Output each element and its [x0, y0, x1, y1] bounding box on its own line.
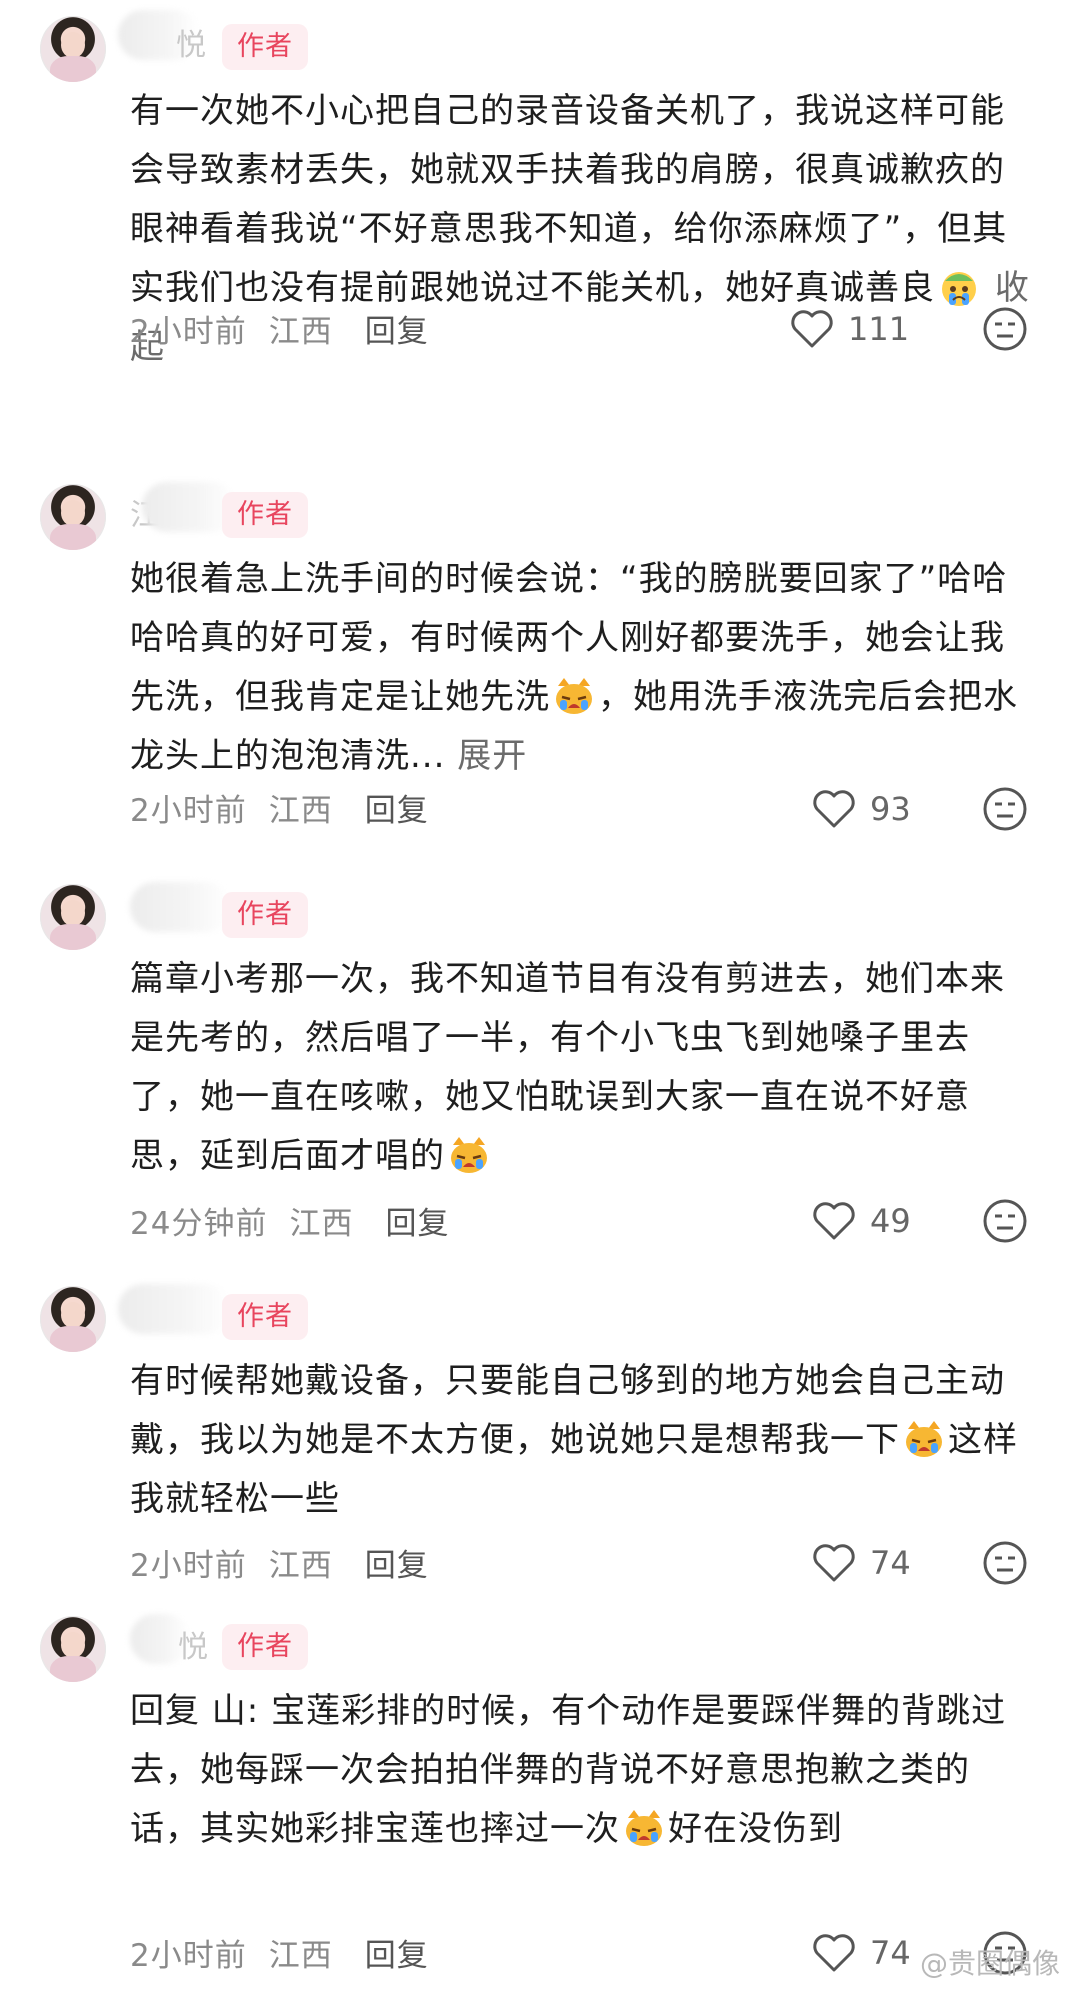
author-badge: 作者	[222, 24, 308, 70]
comment-text-tail: 好在没伤到	[668, 1809, 843, 1849]
location: 江西	[268, 793, 333, 829]
like-count: 74	[870, 1934, 911, 1972]
expand-link[interactable]: 展开	[457, 736, 527, 776]
heart-icon	[812, 1543, 856, 1583]
username-blurred[interactable]	[130, 882, 230, 932]
comment-text-main: 有时候帮她戴设备，只要能自己够到的地方她会自己主动戴，我以为她是不太方便，她说她…	[130, 1361, 1005, 1460]
author-badge: 作者	[222, 892, 308, 938]
timestamp: 2小时前	[130, 1938, 247, 1974]
heart-icon	[790, 309, 834, 349]
author-badge: 作者	[222, 492, 308, 538]
reply-button[interactable]: 回复	[385, 1206, 449, 1242]
dislike-face-icon[interactable]	[982, 306, 1028, 352]
comment-text-main: 篇章小考那一次，我不知道节目有没有剪进去，她们本来是先考的，然后唱了一半，有个小…	[130, 959, 1005, 1176]
timestamp: 2小时前	[130, 314, 247, 350]
heart-icon	[812, 789, 856, 829]
heart-icon	[812, 1201, 856, 1241]
like-button[interactable]: 74	[812, 1538, 911, 1588]
username-visible-char[interactable]: 悦	[176, 20, 206, 64]
reply-button[interactable]: 回复	[365, 793, 429, 829]
comment-meta: 2小时前 江西 回复	[130, 785, 451, 830]
username-visible-char[interactable]: 悦	[178, 1622, 208, 1666]
avatar[interactable]	[40, 16, 106, 82]
timestamp: 2小时前	[130, 1548, 247, 1584]
location: 江西	[268, 314, 333, 350]
crying-cat-emoji-icon	[451, 1137, 487, 1173]
crying-face-emoji-icon	[942, 272, 976, 306]
reply-button[interactable]: 回复	[365, 1548, 429, 1584]
timestamp: 24分钟前	[130, 1206, 268, 1242]
author-badge: 作者	[222, 1294, 308, 1340]
avatar[interactable]	[40, 1286, 106, 1352]
location: 江西	[268, 1938, 333, 1974]
comment-text: 她很着急上洗手间的时候会说：“我的膀胱要回家了”哈哈哈哈真的好可爱，有时候两个人…	[130, 550, 1030, 786]
comment-meta: 24分钟前 江西 回复	[130, 1198, 471, 1243]
comment-text: 回复 山: 宝莲彩排的时候，有个动作是要踩伴舞的背跳过去，她每踩一次会拍拍伴舞的…	[130, 1682, 1030, 1859]
comment-text-main: 回复 山: 宝莲彩排的时候，有个动作是要踩伴舞的背跳过去，她每踩一次会拍拍伴舞的…	[130, 1691, 1007, 1849]
comment-meta: 2小时前 江西 回复	[130, 1930, 451, 1975]
like-button[interactable]: 111	[790, 304, 909, 354]
like-count: 49	[870, 1202, 911, 1240]
author-badge: 作者	[222, 1624, 308, 1670]
dislike-face-icon[interactable]	[982, 1198, 1028, 1244]
avatar[interactable]	[40, 484, 106, 550]
comment-meta: 2小时前 江西 回复	[130, 306, 451, 351]
avatar[interactable]	[40, 1616, 106, 1682]
comment-text: 篇章小考那一次，我不知道节目有没有剪进去，她们本来是先考的，然后唱了一半，有个小…	[130, 950, 1030, 1186]
dislike-face-icon[interactable]	[982, 1540, 1028, 1586]
crying-cat-emoji-icon	[906, 1421, 942, 1457]
username-blurred[interactable]	[118, 1284, 230, 1334]
reply-button[interactable]: 回复	[365, 1938, 429, 1974]
dislike-face-icon[interactable]	[982, 786, 1028, 832]
reply-button[interactable]: 回复	[365, 314, 429, 350]
comment-text: 有时候帮她戴设备，只要能自己够到的地方她会自己主动戴，我以为她是不太方便，她说她…	[130, 1352, 1030, 1529]
heart-icon	[812, 1933, 856, 1973]
crying-cat-emoji-icon	[556, 678, 592, 714]
like-count: 74	[870, 1544, 911, 1582]
crying-cat-emoji-icon	[626, 1810, 662, 1846]
comment-text-main: 有一次她不小心把自己的录音设备关机了，我说这样可能会导致素材丢失，她就双手扶着我…	[130, 91, 1008, 308]
like-button[interactable]: 74	[812, 1928, 911, 1978]
watermark: @贵圈偶像	[920, 1942, 1060, 1982]
avatar[interactable]	[40, 884, 106, 950]
like-button[interactable]: 49	[812, 1196, 911, 1246]
like-button[interactable]: 93	[812, 784, 911, 834]
like-count: 111	[848, 310, 910, 348]
watermark-text: @贵圈偶像	[919, 1947, 1060, 1980]
location: 江西	[268, 1548, 333, 1584]
timestamp: 2小时前	[130, 793, 247, 829]
like-count: 93	[870, 790, 911, 828]
location: 江西	[289, 1206, 354, 1242]
comment-meta: 2小时前 江西 回复	[130, 1540, 451, 1585]
